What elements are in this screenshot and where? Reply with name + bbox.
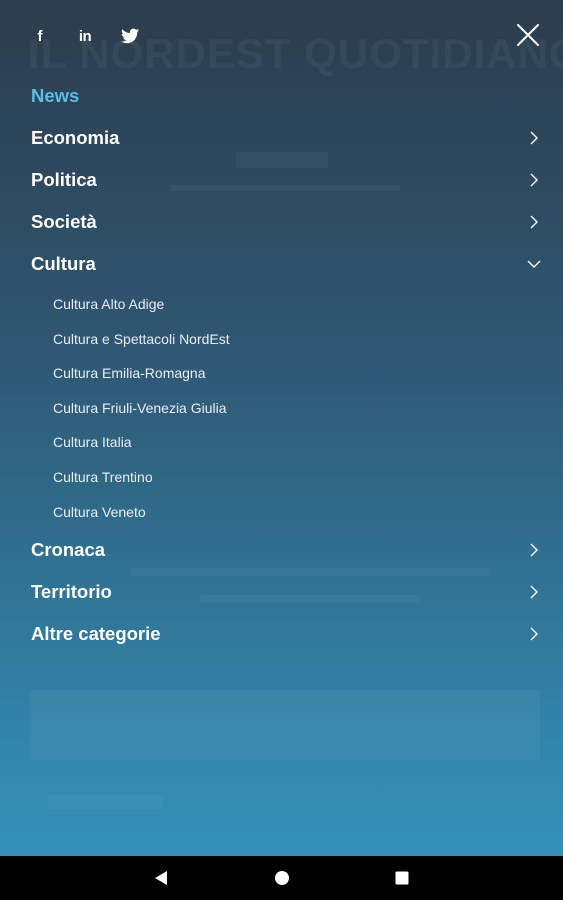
menu-item-news[interactable]: News (31, 81, 541, 111)
menu-item-politica[interactable]: Politica (31, 165, 541, 195)
linkedin-icon[interactable]: in (73, 24, 97, 48)
menu-item-label: Economia (31, 127, 120, 148)
chevron-right-icon (527, 131, 541, 145)
facebook-icon[interactable]: f (28, 24, 52, 48)
chevron-right-icon (527, 585, 541, 599)
menu-item-label: Cronaca (31, 539, 106, 560)
back-icon[interactable] (139, 856, 183, 900)
menu-item-label: Territorio (31, 581, 112, 602)
social-links: f in (28, 24, 163, 48)
home-icon[interactable] (260, 856, 304, 900)
background-decoration (130, 568, 490, 576)
chevron-right-icon (527, 543, 541, 557)
menu-item-economia[interactable]: Economia (31, 123, 541, 153)
chevron-right-icon (527, 173, 541, 187)
chevron-right-icon (527, 627, 541, 641)
twitter-bird-icon (121, 28, 139, 44)
menu-item-label: Società (31, 211, 97, 232)
recents-icon[interactable] (380, 856, 424, 900)
submenu-item-cultura-trentino[interactable]: Cultura Trentino (53, 465, 153, 489)
submenu-item-cultura-friuli-venezia-giulia[interactable]: Cultura Friuli-Venezia Giulia (53, 396, 227, 420)
menu-item-label: Politica (31, 169, 97, 190)
twitter-icon[interactable] (118, 24, 142, 48)
background-decoration (30, 690, 540, 760)
menu-item-label: Altre categorie (31, 623, 161, 644)
close-x-glyph (517, 24, 539, 46)
linkedin-glyph: in (78, 27, 92, 45)
menu-item-territorio[interactable]: Territorio (31, 577, 541, 607)
submenu-item-cultura-emilia-romagna[interactable]: Cultura Emilia-Romagna (53, 361, 206, 385)
menu-item-cronaca[interactable]: Cronaca (31, 535, 541, 565)
submenu-item-cultura-veneto[interactable]: Cultura Veneto (53, 500, 146, 524)
submenu-item-cultura-spettacoli-nordest[interactable]: Cultura e Spettacoli NordEst (53, 327, 230, 351)
menu-item-cultura[interactable]: Cultura (31, 249, 541, 279)
menu-item-label: News (31, 85, 80, 106)
menu-item-altre-categorie[interactable]: Altre categorie (31, 619, 541, 649)
submenu-item-cultura-italia[interactable]: Cultura Italia (53, 430, 132, 454)
submenu-item-cultura-alto-adige[interactable]: Cultura Alto Adige (53, 292, 164, 316)
menu-item-societa[interactable]: Società (31, 207, 541, 237)
chevron-right-icon (527, 215, 541, 229)
close-icon[interactable] (515, 22, 541, 48)
menu-item-label: Cultura (31, 253, 96, 274)
chevron-down-icon (527, 257, 541, 271)
background-decoration (48, 795, 163, 809)
system-navigation-bar (0, 856, 563, 900)
navigation-drawer: IL NORDEST QUOTIDIANO f in News Economia (0, 0, 563, 856)
facebook-glyph: f (37, 27, 43, 45)
